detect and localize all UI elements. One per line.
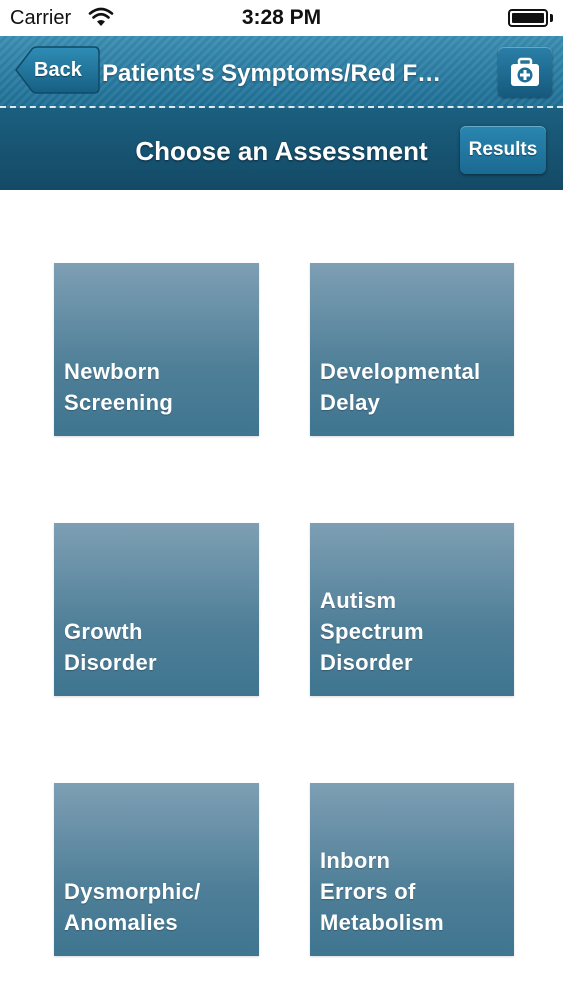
first-aid-kit-icon xyxy=(511,57,539,86)
assessment-tile-inborn-errors-of-metabolism[interactable]: Inborn Errors of Metabolism xyxy=(310,783,514,956)
back-label: Back xyxy=(34,59,82,81)
tile-label: Growth Disorder xyxy=(64,619,157,675)
tile-label: Autism Spectrum Disorder xyxy=(320,588,424,675)
assessment-tile-autism-spectrum-disorder[interactable]: Autism Spectrum Disorder xyxy=(310,523,514,696)
page-title: Patients's Symptoms/Red F… xyxy=(102,60,442,87)
assessment-tile-newborn-screening[interactable]: Newborn Screening xyxy=(54,263,259,436)
results-button[interactable]: Results xyxy=(460,126,546,174)
assessment-tile-growth-disorder[interactable]: Growth Disorder xyxy=(54,523,259,696)
status-bar: Carrier 3:28 PM xyxy=(0,0,563,36)
assessment-tile-dysmorphic-anomalies[interactable]: Dysmorphic/ Anomalies xyxy=(54,783,259,956)
first-aid-kit-button[interactable] xyxy=(498,47,552,97)
clock: 3:28 PM xyxy=(241,6,322,29)
battery-icon xyxy=(508,9,548,27)
battery-tip xyxy=(550,14,553,22)
tile-label: Developmental Delay xyxy=(320,359,481,415)
tile-label: Inborn Errors of Metabolism xyxy=(320,848,445,935)
tile-label: Newborn Screening xyxy=(64,359,174,415)
assessment-tile-developmental-delay[interactable]: Developmental Delay xyxy=(310,263,514,436)
tile-label: Dysmorphic/ Anomalies xyxy=(64,879,201,935)
back-button[interactable]: Back xyxy=(14,46,100,94)
